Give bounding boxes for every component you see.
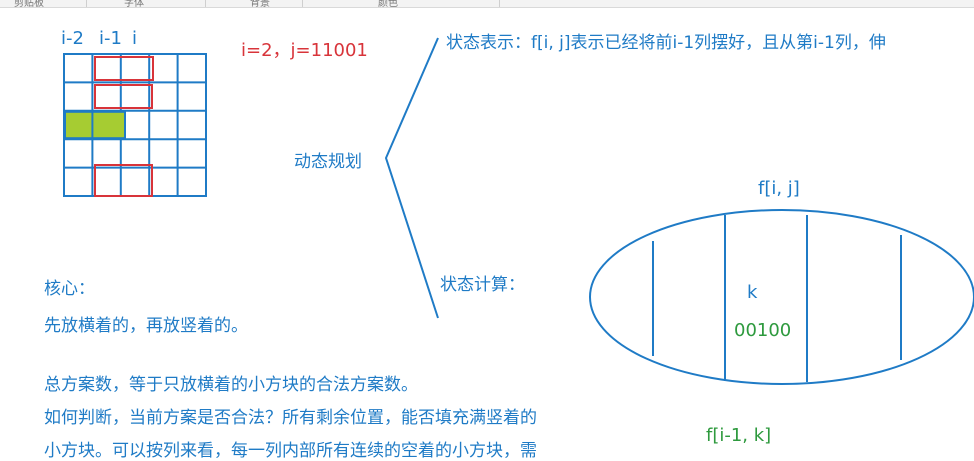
core-line: 先放横着的，再放竖着的。 [44, 316, 248, 336]
ellipse-k-label: k [747, 282, 758, 303]
dp-label: 动态规划 [294, 152, 362, 172]
brace-line [384, 37, 439, 319]
dp-branch-brace [384, 37, 439, 319]
col-label-i-2: i-2 [61, 28, 84, 49]
core-title: 核心： [44, 279, 95, 299]
ellipse-bottom-label: f[i-1, k] [706, 425, 772, 446]
state-ellipse [589, 209, 974, 385]
col-label-i: i [132, 28, 138, 49]
example-state-text: i=2，j=11001 [241, 40, 368, 61]
paragraph-line-2: 如何判断，当前方案是否合法？所有剩余位置，能否填充满竖着的 [44, 408, 537, 428]
paragraph-line-3: 小方块。可以按列来看，每一列内部所有连续的空着的小方块，需 [44, 441, 537, 461]
state-calculation-label: 状态计算： [440, 275, 525, 295]
ellipse-k-value: 00100 [734, 320, 792, 341]
ellipse-top-label: f[i, j] [758, 178, 800, 199]
ellipse-outline [589, 209, 974, 385]
green-horizontal-block [64, 110, 126, 140]
red-horizontal-block [94, 56, 154, 81]
col-label-i-1: i-1 [99, 28, 122, 49]
red-horizontal-block [94, 84, 153, 109]
paragraph-line-1: 总方案数，等于只放横着的小方块的合法方案数。 [44, 375, 418, 395]
red-horizontal-block [94, 164, 153, 197]
state-representation-text: 状态表示：f[i, j]表示已经将前i-1列摆好，且从第i-1列，伸 [446, 33, 886, 53]
